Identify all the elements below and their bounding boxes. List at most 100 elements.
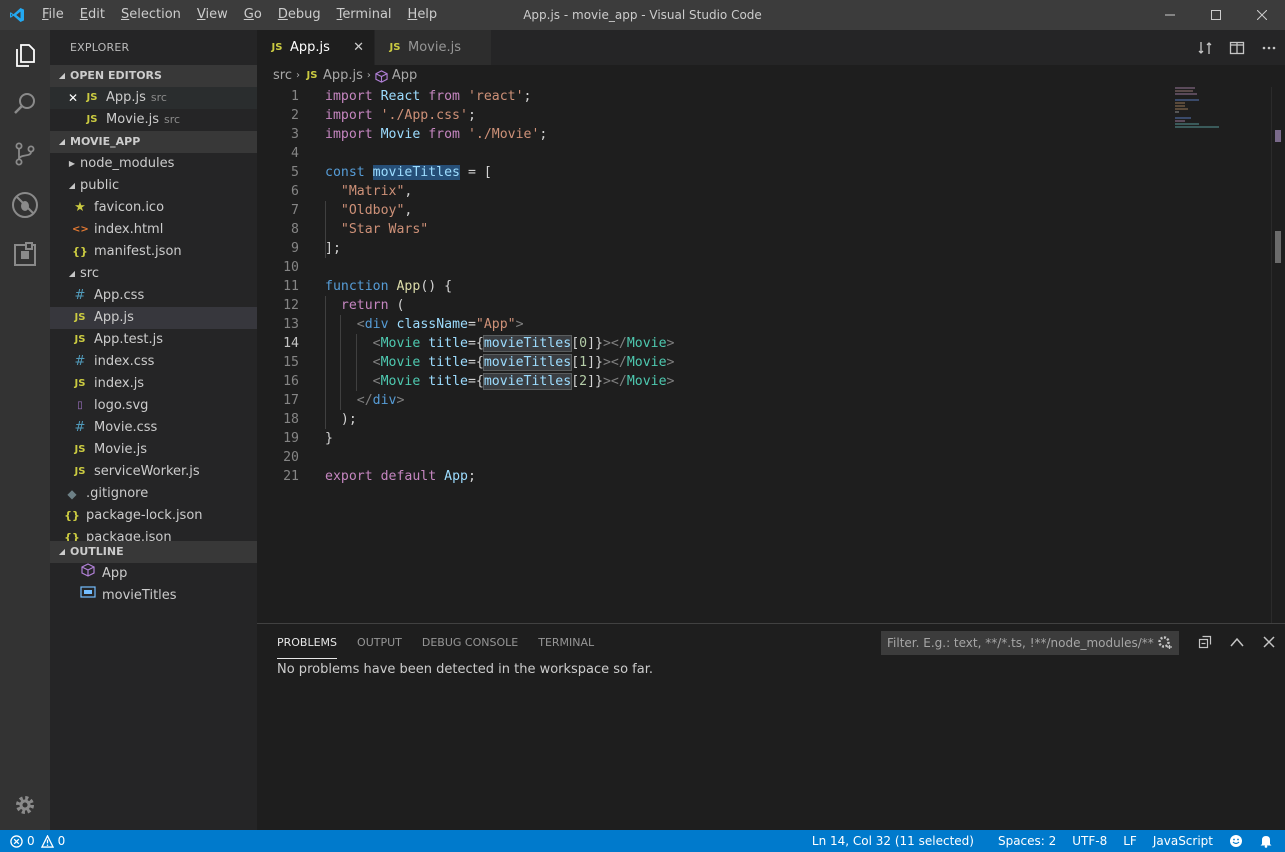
outline-item[interactable]: movieTitles (50, 585, 257, 607)
js-file-icon: JS (389, 42, 401, 53)
menu-edit[interactable]: Edit (72, 0, 113, 30)
menu-debug[interactable]: Debug (270, 0, 329, 30)
maximize-button[interactable] (1193, 0, 1239, 30)
collapse-all-icon[interactable] (1189, 629, 1221, 655)
tab-problems[interactable]: PROBLEMS (277, 624, 338, 659)
code-line: <Movie title={movieTitles[1]}></Movie> (372, 354, 675, 371)
js-file-icon: JS (271, 42, 283, 53)
js-file-icon: JS (74, 378, 86, 389)
cursor-position[interactable]: Ln 14, Col 32 (11 selected) (812, 834, 974, 848)
open-changes-icon[interactable] (1189, 30, 1221, 65)
close-icon[interactable]: ✕ (353, 40, 364, 55)
json-file-icon: {} (64, 509, 80, 522)
search-icon[interactable] (0, 79, 50, 129)
menu-go[interactable]: Go (236, 0, 270, 30)
tree-file[interactable]: # index.css (50, 351, 257, 373)
error-icon (10, 834, 23, 848)
tab-app-js[interactable]: JS App.js ✕ (257, 30, 374, 65)
chevron-right-icon: ▶ (68, 159, 76, 168)
vertical-scrollbar[interactable] (1271, 87, 1285, 623)
title-bar: File Edit Selection View Go Debug Termin… (0, 0, 1285, 30)
tree-file[interactable]: JS index.js (50, 373, 257, 395)
open-editor-item[interactable]: JS Movie.js src (50, 109, 257, 131)
split-editor-icon[interactable] (1221, 30, 1253, 65)
code-line: function App() { (325, 279, 453, 294)
tree-file[interactable]: JS Movie.js (50, 439, 257, 461)
tree-file[interactable]: ◆ .gitignore (50, 483, 257, 505)
source-control-icon[interactable] (0, 129, 50, 179)
tree-folder-node_modules[interactable]: ▶ node_modules (50, 153, 257, 175)
window-controls (1147, 0, 1285, 30)
breadcrumb-file[interactable]: App.js (323, 65, 363, 87)
menu-view[interactable]: View (189, 0, 236, 30)
svg-file-icon: ▯ (77, 400, 83, 411)
tree-file[interactable]: JS App.test.js (50, 329, 257, 351)
chevron-down-icon: ◢ (58, 137, 66, 146)
tab-movie-js[interactable]: JS Movie.js (374, 30, 491, 65)
tree-folder-public[interactable]: ◢ public (50, 175, 257, 197)
settings-gear-icon[interactable] (0, 780, 50, 830)
feedback-smiley-icon[interactable] (1229, 834, 1243, 848)
js-file-icon: JS (74, 312, 86, 323)
tab-output[interactable]: OUTPUT (357, 624, 402, 659)
problems-filter-input[interactable]: Filter. E.g.: text, **/*.ts, !**/node_mo… (881, 631, 1179, 655)
tree-file[interactable]: # App.css (50, 285, 257, 307)
explorer-icon[interactable] (0, 30, 50, 80)
outline-item[interactable]: App (50, 562, 257, 585)
language-mode[interactable]: JavaScript (1153, 834, 1213, 848)
code-line: import Movie from './Movie'; (325, 127, 548, 142)
menu-bar: File Edit Selection View Go Debug Termin… (34, 0, 445, 30)
tree-file[interactable]: {} package-lock.json (50, 505, 257, 527)
code-line: </div> (356, 393, 405, 408)
menu-help[interactable]: Help (400, 0, 446, 30)
extensions-icon[interactable] (0, 230, 50, 280)
chevron-right-icon: › (295, 70, 300, 81)
debug-icon[interactable] (0, 180, 50, 230)
code-line: } (325, 431, 333, 446)
breadcrumb-folder[interactable]: src (273, 65, 292, 87)
git-file-icon: ◆ (67, 487, 77, 501)
close-panel-icon[interactable] (1253, 629, 1285, 655)
tree-file[interactable]: <> index.html (50, 219, 257, 241)
chevron-down-icon: ◢ (68, 181, 76, 190)
tree-file[interactable]: ▯ logo.svg (50, 395, 257, 417)
tab-terminal[interactable]: TERMINAL (538, 624, 594, 659)
notification-bell-icon[interactable] (1259, 834, 1273, 848)
maximize-panel-icon[interactable] (1221, 629, 1253, 655)
chevron-right-icon: › (366, 70, 371, 81)
tree-file[interactable]: {} package.json (50, 527, 257, 541)
indentation[interactable]: Spaces: 2 (998, 834, 1056, 848)
more-actions-icon[interactable] (1253, 30, 1285, 65)
open-editors-header[interactable]: ◢ OPEN EDITORS (50, 65, 257, 87)
problems-status[interactable]: 0 0 (0, 834, 65, 848)
filter-settings-icon[interactable] (1157, 635, 1173, 659)
code-line: const movieTitles = [ (325, 165, 492, 180)
code-line: ]; (325, 241, 341, 256)
line-number: 4 (257, 144, 317, 163)
open-editor-item[interactable]: ✕ JS App.js src (50, 87, 257, 109)
minimap[interactable] (1175, 87, 1225, 137)
close-icon[interactable]: ✕ (68, 87, 84, 109)
end-of-line[interactable]: LF (1123, 834, 1137, 848)
breadcrumb-symbol[interactable]: App (392, 65, 417, 87)
project-header[interactable]: ◢ MOVIE_APP (50, 131, 257, 153)
chevron-down-icon: ◢ (58, 547, 66, 556)
line-number-text: 20 (283, 450, 299, 465)
tree-file[interactable]: JS serviceWorker.js (50, 461, 257, 483)
menu-file[interactable]: File (34, 0, 72, 30)
scrollbar-thumb[interactable] (1275, 231, 1281, 263)
tree-file[interactable]: ★ favicon.ico (50, 197, 257, 219)
tab-debug-console[interactable]: DEBUG CONSOLE (422, 624, 518, 659)
encoding[interactable]: UTF-8 (1072, 834, 1107, 848)
tree-folder-src[interactable]: ◢ src (50, 263, 257, 285)
vscode-logo-icon (0, 0, 34, 30)
tree-file[interactable]: {} manifest.json (50, 241, 257, 263)
sidebar-title: EXPLORER (70, 41, 130, 54)
minimize-button[interactable] (1147, 0, 1193, 30)
outline-header[interactable]: ◢ OUTLINE (50, 541, 257, 563)
tree-file[interactable]: # Movie.css (50, 417, 257, 439)
menu-selection[interactable]: Selection (113, 0, 189, 30)
close-window-button[interactable] (1239, 0, 1285, 30)
menu-terminal[interactable]: Terminal (329, 0, 400, 30)
tree-file-selected[interactable]: JS App.js (50, 307, 257, 329)
